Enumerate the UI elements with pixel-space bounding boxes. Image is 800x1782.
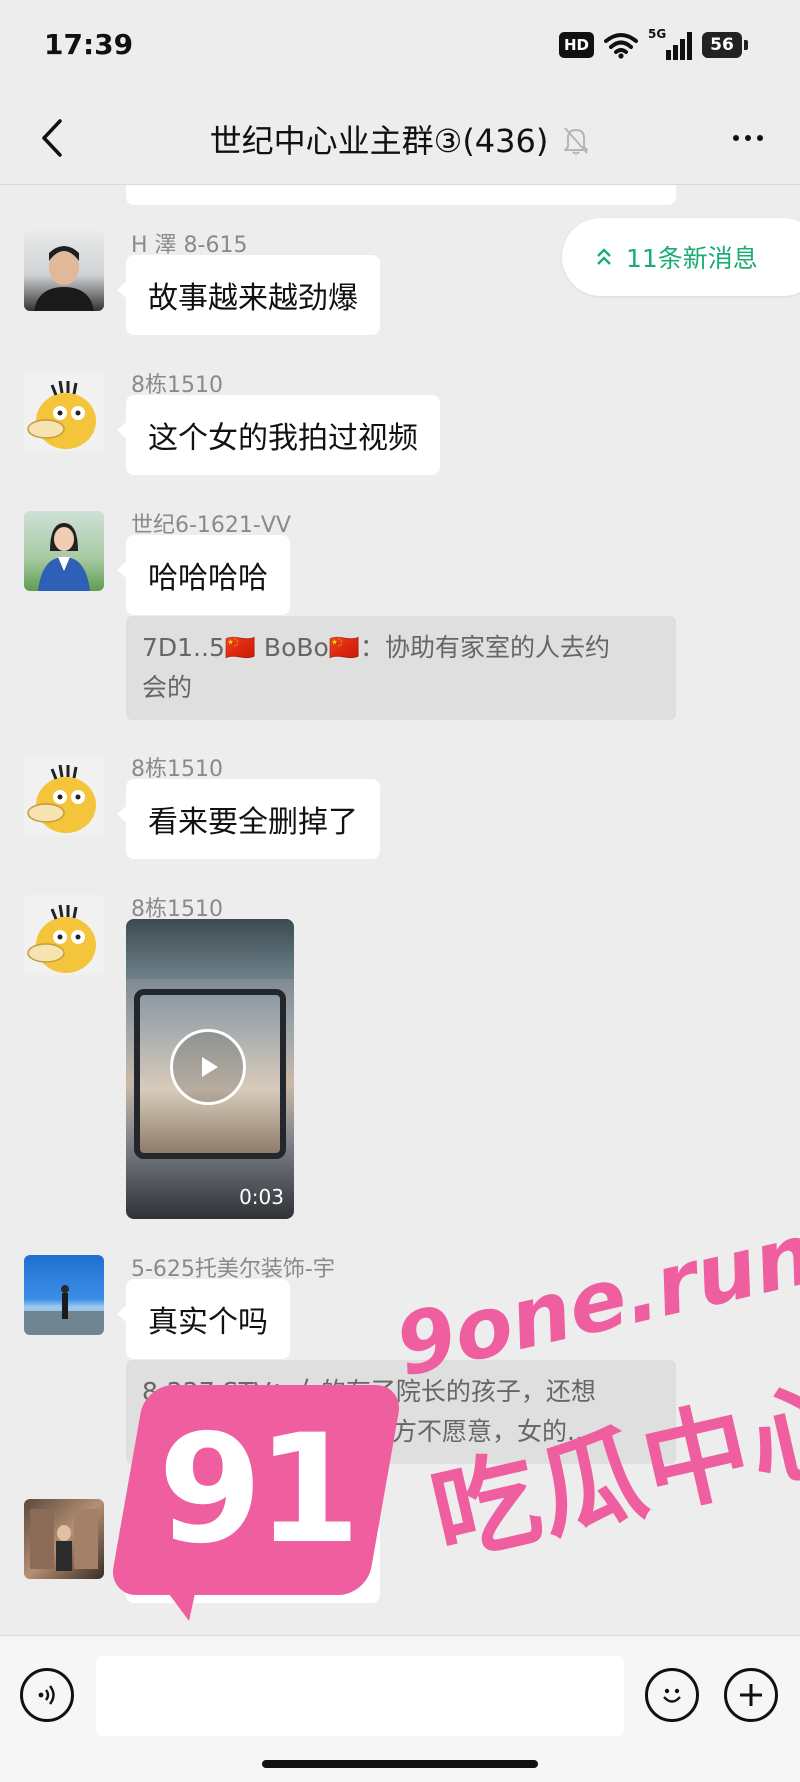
voice-icon bbox=[38, 1685, 55, 1705]
status-bar: 17:39 HD 5G 56 bbox=[0, 0, 800, 92]
previous-message-bubble bbox=[126, 185, 676, 205]
message-input[interactable] bbox=[96, 1656, 624, 1736]
status-icons: HD 5G 56 bbox=[558, 27, 748, 62]
quoted-text-line: 7D1..5🇨🇳 BoBo🇨🇳：协助有家室的人去约 bbox=[142, 633, 610, 662]
emoji-icon bbox=[663, 1688, 681, 1703]
message-bubble[interactable]: 看来要全删掉了 bbox=[117, 779, 380, 859]
quoted-text-line: 会的 bbox=[142, 673, 193, 702]
hd-badge: HD bbox=[558, 32, 594, 58]
message-bubble[interactable]: 珍珠都魅族么真 bbox=[117, 1523, 380, 1603]
message-bubble[interactable]: 这个女的我拍过视频 bbox=[117, 395, 440, 475]
battery-level: 56 bbox=[702, 32, 742, 58]
avatar[interactable] bbox=[24, 1255, 104, 1335]
avatar[interactable] bbox=[24, 755, 104, 835]
home-indicator bbox=[262, 1760, 538, 1768]
avatar[interactable] bbox=[24, 371, 104, 451]
input-bar bbox=[0, 1635, 800, 1782]
network-type-label: 5G bbox=[648, 27, 667, 41]
quoted-text-line: 8-227 STV：女的有了院长的孩子，还想 bbox=[142, 1377, 596, 1406]
double-chevron-up-icon bbox=[597, 248, 611, 265]
chat-title-wrap: 世纪中心业主群③(436) bbox=[0, 116, 800, 162]
avatar[interactable] bbox=[24, 231, 104, 311]
more-options-button[interactable] bbox=[718, 114, 778, 162]
wifi-icon bbox=[604, 33, 638, 59]
cellular-signal-icon: 5G bbox=[648, 27, 692, 60]
battery-icon: 56 bbox=[702, 32, 748, 58]
quoted-message[interactable]: 8-227 STV：女的有了院长的孩子，还想 去骗男方说生多个，男方不愿意，女的… bbox=[126, 1360, 676, 1464]
more-dots-icon bbox=[733, 135, 739, 141]
quoted-message[interactable]: 7D1..5🇨🇳 BoBo🇨🇳：协助有家室的人去约 会的 bbox=[126, 616, 676, 720]
message-bubble[interactable]: 真实个吗 bbox=[117, 1279, 290, 1359]
video-message[interactable]: 0:03 bbox=[126, 919, 294, 1219]
message-bubble[interactable]: 哈哈哈哈 bbox=[117, 535, 290, 615]
chat-title: 世纪中心业主群③(436) bbox=[209, 122, 549, 160]
avatar[interactable] bbox=[24, 895, 104, 975]
chat-header: 世纪中心业主群③(436) bbox=[0, 92, 800, 185]
video-duration: 0:03 bbox=[239, 1185, 284, 1209]
voice-button[interactable] bbox=[20, 1668, 74, 1722]
plus-icon bbox=[740, 1684, 762, 1706]
emoji-button[interactable] bbox=[645, 1668, 699, 1722]
new-messages-label: 11条新消息 bbox=[626, 244, 758, 273]
plus-button[interactable] bbox=[724, 1668, 778, 1722]
avatar[interactable] bbox=[24, 511, 104, 591]
bell-off-icon bbox=[564, 127, 589, 155]
avatar[interactable] bbox=[24, 1499, 104, 1579]
message-bubble[interactable]: 故事越来越劲爆 bbox=[117, 255, 380, 335]
sender-name: 8-227 STV bbox=[131, 1495, 245, 1520]
play-icon[interactable] bbox=[170, 1029, 246, 1105]
status-time: 17:39 bbox=[44, 28, 134, 61]
new-messages-button[interactable]: 11条新消息 bbox=[562, 218, 800, 296]
quoted-text-line: 去骗男方说生多个，男方不愿意，女的... bbox=[142, 1417, 591, 1446]
message-list[interactable]: H 澤 8-615 故事越来越劲爆 8栋1510 这个女的我拍过视频 世纪6-1… bbox=[0, 185, 800, 1635]
